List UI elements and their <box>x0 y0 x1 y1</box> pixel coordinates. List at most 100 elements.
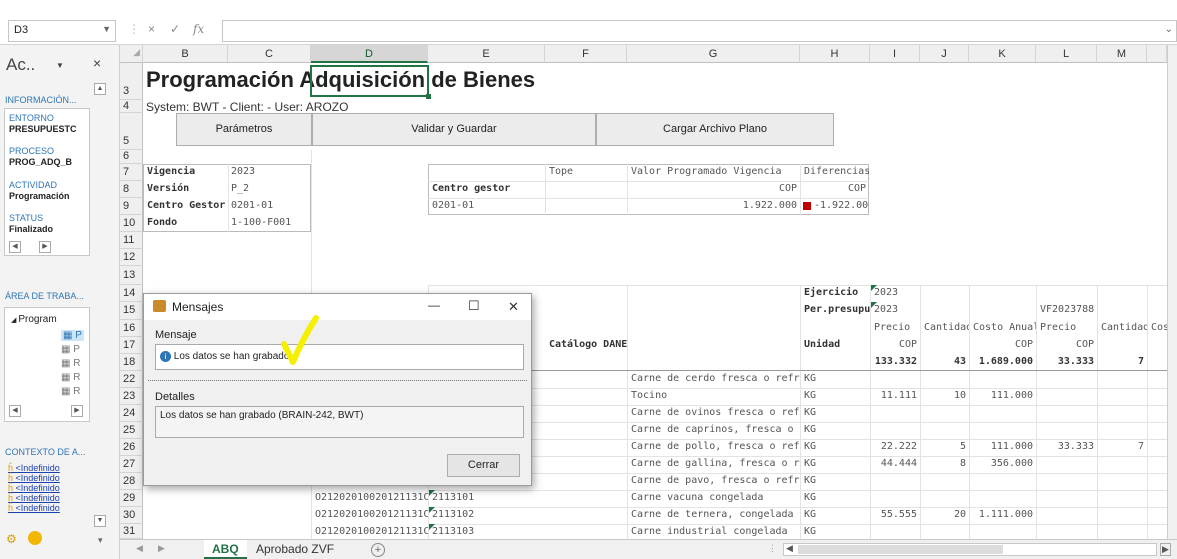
row-header[interactable]: 13 <box>120 266 143 285</box>
cell-h[interactable]: KG <box>801 439 870 455</box>
row-header[interactable]: 23 <box>120 388 143 405</box>
row-header[interactable]: 16 <box>120 320 143 337</box>
row-header[interactable]: 11 <box>120 232 143 249</box>
tab-abq[interactable]: ABQ <box>204 540 247 559</box>
cell-m[interactable]: 7 <box>1098 439 1147 455</box>
cell-d[interactable]: O21202010020121131C Carne industrial con… <box>312 524 428 539</box>
row-header[interactable]: 15 <box>120 302 143 320</box>
param-value[interactable]: P_2 <box>228 181 311 197</box>
cell-j[interactable]: 20 <box>921 507 969 523</box>
parametros-button[interactable]: Parámetros <box>176 113 312 146</box>
scroll-up-icon[interactable]: ▲ <box>94 83 106 95</box>
cell-g[interactable]: Carne de ovinos fresca o refrigera <box>628 405 800 421</box>
cell-e[interactable]: 2113103 <box>429 524 545 539</box>
column-header[interactable]: E <box>428 45 545 63</box>
cargar-archivo-button[interactable]: Cargar Archivo Plano <box>596 113 834 146</box>
row-header[interactable]: 25 <box>120 422 143 439</box>
cell-g[interactable]: Carne de caprinos, fresca o refrig <box>628 422 800 438</box>
tab-aprobado-zvf[interactable]: Aprobado ZVF <box>248 540 342 559</box>
tree-item[interactable]: ▦ R <box>61 386 80 397</box>
cell-g[interactable]: Tocino <box>628 388 800 404</box>
cell-e[interactable]: 2113101 <box>429 490 545 506</box>
scroll-right-icon[interactable]: ▶ <box>71 405 83 417</box>
cell-l[interactable]: 33.333 <box>1037 439 1097 455</box>
scroll-left-icon[interactable]: ◀ <box>9 241 21 253</box>
row-header[interactable]: 26 <box>120 439 143 456</box>
column-header[interactable]: J <box>920 45 969 63</box>
cell-j[interactable]: 8 <box>921 456 969 472</box>
column-header[interactable]: K <box>969 45 1036 63</box>
area-header[interactable]: ÁREA DE TRABA... <box>5 291 84 301</box>
column-header[interactable]: F <box>545 45 627 63</box>
contexto-item[interactable]: ĥ <Indefinido <box>8 463 60 473</box>
column-header[interactable] <box>1147 45 1167 63</box>
enter-icon[interactable]: ✓ <box>170 22 180 36</box>
close-icon[interactable]: ✕ <box>508 299 519 315</box>
expand-formula-icon[interactable]: ⌄ <box>1165 24 1173 35</box>
cell-g[interactable]: Carne industrial congelada <box>628 524 800 539</box>
contexto-item[interactable]: ĥ <Indefinido <box>8 503 60 513</box>
contexto-item[interactable]: ĥ <Indefinido <box>8 483 60 493</box>
cell-i[interactable]: 11.111 <box>871 388 920 404</box>
contexto-item[interactable]: ĥ <Indefinido <box>8 473 60 483</box>
formula-input[interactable] <box>222 20 1177 42</box>
cell-h[interactable]: KG <box>801 388 870 404</box>
cell-h[interactable]: KG <box>801 473 870 489</box>
column-header[interactable]: D <box>311 45 428 63</box>
column-header[interactable]: M <box>1097 45 1147 63</box>
scroll-right-icon[interactable]: ▶ <box>1160 543 1171 556</box>
scroll-thumb[interactable] <box>798 545 1003 554</box>
row-header[interactable]: 7 <box>120 164 143 181</box>
row-header[interactable]: 18 <box>120 354 143 371</box>
cell-d[interactable]: O21202010020121131C Carne de ternera, co… <box>312 507 428 523</box>
cell-g[interactable]: Carne de pavo, fresca o refrigerac <box>628 473 800 489</box>
vertical-scrollbar[interactable] <box>1167 45 1177 539</box>
tree-item[interactable]: ▦ P <box>61 344 80 355</box>
scroll-down-icon[interactable]: ▼ <box>94 515 106 527</box>
row-header[interactable]: 27 <box>120 456 143 473</box>
tree-item[interactable]: ▦ P <box>61 330 84 341</box>
row-header[interactable]: 30 <box>120 507 143 524</box>
tab-prev-icon[interactable]: ◀ <box>136 543 143 554</box>
cell-d[interactable]: O21202010020121131C Carne vacuna congela… <box>312 490 428 506</box>
row-header[interactable]: 22 <box>120 371 143 388</box>
tree-item[interactable]: ▦ R <box>61 358 80 369</box>
param-value[interactable]: 1-100-F001 <box>228 215 311 231</box>
row-header[interactable]: 24 <box>120 405 143 422</box>
fx-icon[interactable]: fx <box>193 22 204 36</box>
cell-g[interactable]: Carne de ternera, congelada <box>628 507 800 523</box>
cell-k[interactable]: 111.000 <box>970 439 1036 455</box>
column-header[interactable]: B <box>143 45 228 63</box>
column-header[interactable]: H <box>800 45 870 63</box>
row-header[interactable]: 9 <box>120 198 143 215</box>
chevron-down-icon[interactable]: ▼ <box>102 24 111 34</box>
cell-k[interactable]: 111.000 <box>970 388 1036 404</box>
cell-j[interactable]: 10 <box>921 388 969 404</box>
per-presup-value[interactable]: 2023 <box>871 302 920 318</box>
row-header[interactable]: 14 <box>120 285 143 302</box>
cell-h[interactable]: KG <box>801 490 870 506</box>
cell-j[interactable]: 5 <box>921 439 969 455</box>
column-header[interactable]: L <box>1036 45 1097 63</box>
row-header[interactable]: 5 <box>120 113 143 150</box>
info-header[interactable]: INFORMACIÓN... <box>5 95 77 105</box>
cell-i[interactable]: 55.555 <box>871 507 920 523</box>
row-header[interactable]: 17 <box>120 337 143 354</box>
close-icon[interactable]: × <box>93 55 101 71</box>
validar-guardar-button[interactable]: Validar y Guardar <box>312 113 596 146</box>
row-header[interactable]: 29 <box>120 490 143 507</box>
settings-icon[interactable]: ⚙ <box>6 532 17 546</box>
cell-h[interactable]: KG <box>801 422 870 438</box>
globe-icon[interactable] <box>28 531 42 545</box>
cerrar-button[interactable]: Cerrar <box>447 454 520 477</box>
contexto-header[interactable]: CONTEXTO DE A... <box>5 447 85 457</box>
column-header[interactable]: G <box>627 45 800 63</box>
add-sheet-button[interactable]: + <box>363 540 393 559</box>
select-all-corner[interactable]: ◢ <box>120 45 143 63</box>
row-header[interactable]: 31 <box>120 524 143 539</box>
row-header[interactable]: 4 <box>120 100 143 113</box>
maximize-icon[interactable]: ☐ <box>468 298 480 314</box>
cell-i[interactable]: 44.444 <box>871 456 920 472</box>
cell-k[interactable]: 1.111.000 <box>970 507 1036 523</box>
row-header[interactable]: 6 <box>120 150 143 164</box>
